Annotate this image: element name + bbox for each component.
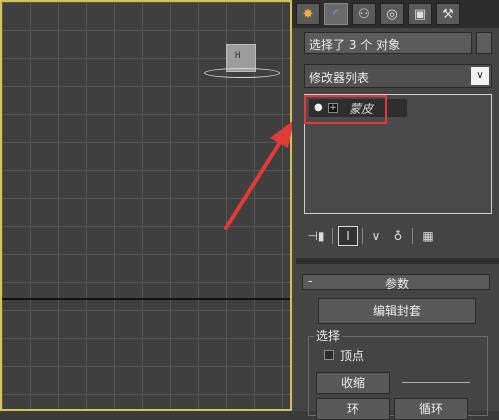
panel-divider bbox=[296, 258, 499, 264]
toolbar-separator bbox=[332, 228, 333, 244]
make-unique-icon[interactable]: ∨ bbox=[366, 226, 386, 246]
create-tab[interactable]: ✸ bbox=[296, 3, 320, 25]
annotation-highlight-box bbox=[304, 95, 387, 124]
modify-tab[interactable]: ◜ bbox=[324, 3, 348, 25]
edit-envelopes-button[interactable]: 编辑封套 bbox=[318, 298, 476, 324]
modify-icon: ◜ bbox=[333, 6, 339, 22]
parameters-rollout-header[interactable]: - 参数 bbox=[302, 274, 490, 291]
utilities-icon: ⚒ bbox=[442, 6, 454, 22]
selection-group-title: 选择 bbox=[314, 327, 343, 344]
divider-line bbox=[402, 382, 470, 383]
parameters-rollout: - 参数 编辑封套 选择 顶点 收缩 环 循环 bbox=[296, 270, 499, 420]
loop-button[interactable]: 循环 bbox=[394, 398, 468, 420]
parameters-rollout-title: 参数 bbox=[385, 277, 410, 291]
remove-modifier-icon[interactable]: ♁ bbox=[388, 226, 408, 246]
vertices-checkbox[interactable] bbox=[324, 350, 334, 360]
modifier-list-label: 修改器列表 bbox=[309, 71, 370, 85]
create-icon: ✸ bbox=[302, 6, 314, 22]
collapse-icon: - bbox=[308, 274, 313, 288]
chevron-down-icon[interactable]: ∨ bbox=[471, 67, 489, 85]
command-panel: ✸ ◜ ⚇ ◎ ▣ ⚒ 选择了 3 个 对象 修改器列表 ∨ ● + 蒙皮 ⊣▮ bbox=[292, 0, 499, 420]
pin-stack-icon[interactable]: ⊣▮ bbox=[304, 226, 328, 246]
shrink-button[interactable]: 收缩 bbox=[316, 372, 390, 394]
motion-tab[interactable]: ◎ bbox=[380, 3, 404, 25]
vertices-checkbox-label: 顶点 bbox=[340, 349, 365, 363]
show-end-result-icon[interactable]: Ⅰ bbox=[338, 226, 358, 246]
hierarchy-tab[interactable]: ⚇ bbox=[352, 3, 376, 25]
display-icon: ▣ bbox=[413, 6, 427, 22]
hierarchy-icon: ⚇ bbox=[358, 6, 370, 22]
toolbar-separator bbox=[412, 228, 413, 244]
ring-button[interactable]: 环 bbox=[316, 398, 390, 420]
selection-name-field[interactable]: 选择了 3 个 对象 bbox=[304, 32, 472, 54]
modifier-list-dropdown[interactable]: 修改器列表 ∨ bbox=[304, 64, 492, 88]
object-color-swatch[interactable] bbox=[476, 32, 492, 54]
stack-toolbar: ⊣▮ Ⅰ ∨ ♁ ▦ bbox=[304, 226, 492, 246]
command-panel-tabs: ✸ ◜ ⚇ ◎ ▣ ⚒ bbox=[292, 0, 499, 28]
display-tab[interactable]: ▣ bbox=[408, 3, 432, 25]
configure-modifier-sets-icon[interactable]: ▦ bbox=[418, 226, 438, 246]
toolbar-separator bbox=[362, 228, 363, 244]
motion-icon: ◎ bbox=[386, 6, 398, 22]
utilities-tab[interactable]: ⚒ bbox=[436, 3, 460, 25]
